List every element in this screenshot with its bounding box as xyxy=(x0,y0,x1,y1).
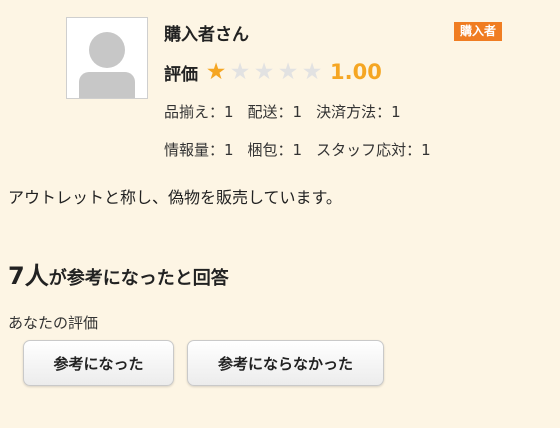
star-empty-icon: ★ xyxy=(277,59,299,85)
star-filled-icon: ★ xyxy=(205,59,227,85)
helpful-heading: 7人が参考になったと回答 xyxy=(8,256,229,291)
subscore-item: 決済方法：1 xyxy=(316,103,401,121)
avatar xyxy=(66,17,148,99)
avatar-body-shape xyxy=(79,72,135,98)
subscores-row-1: 品揃え：1 配送：1 決済方法：1 xyxy=(164,101,415,122)
purchaser-badge: 購入者 xyxy=(454,22,503,41)
star-empty-icon: ★ xyxy=(229,59,251,85)
your-rating-label: あなたの評価 xyxy=(8,314,99,332)
subscore-item: 梱包：1 xyxy=(247,141,303,159)
subscore-item: 配送：1 xyxy=(247,103,303,121)
subscore-item: 品揃え：1 xyxy=(164,103,234,121)
reviewer-name: 購入者さん xyxy=(164,25,249,45)
rating-row: 評価 ★ ★ ★ ★ ★ 1.00 xyxy=(164,58,382,86)
helpful-button[interactable]: 参考になった xyxy=(23,340,174,386)
avatar-head-shape xyxy=(89,32,125,68)
star-rating: ★ ★ ★ ★ ★ xyxy=(204,60,324,84)
not-helpful-button[interactable]: 参考にならなかった xyxy=(187,340,384,386)
star-empty-icon: ★ xyxy=(301,59,323,85)
rating-value: 1.00 xyxy=(330,60,382,84)
subscore-item: 情報量：1 xyxy=(164,141,234,159)
subscores-row-2: 情報量：1 梱包：1 スタッフ応対：1 xyxy=(164,139,445,160)
rating-label: 評価 xyxy=(164,64,198,85)
helpful-count: 7人 xyxy=(8,262,49,290)
helpful-suffix: が参考になったと回答 xyxy=(48,268,229,289)
review-text: アウトレットと称し、偽物を販売しています。 xyxy=(8,188,342,207)
subscore-item: スタッフ応対：1 xyxy=(316,141,431,159)
star-empty-icon: ★ xyxy=(253,59,275,85)
